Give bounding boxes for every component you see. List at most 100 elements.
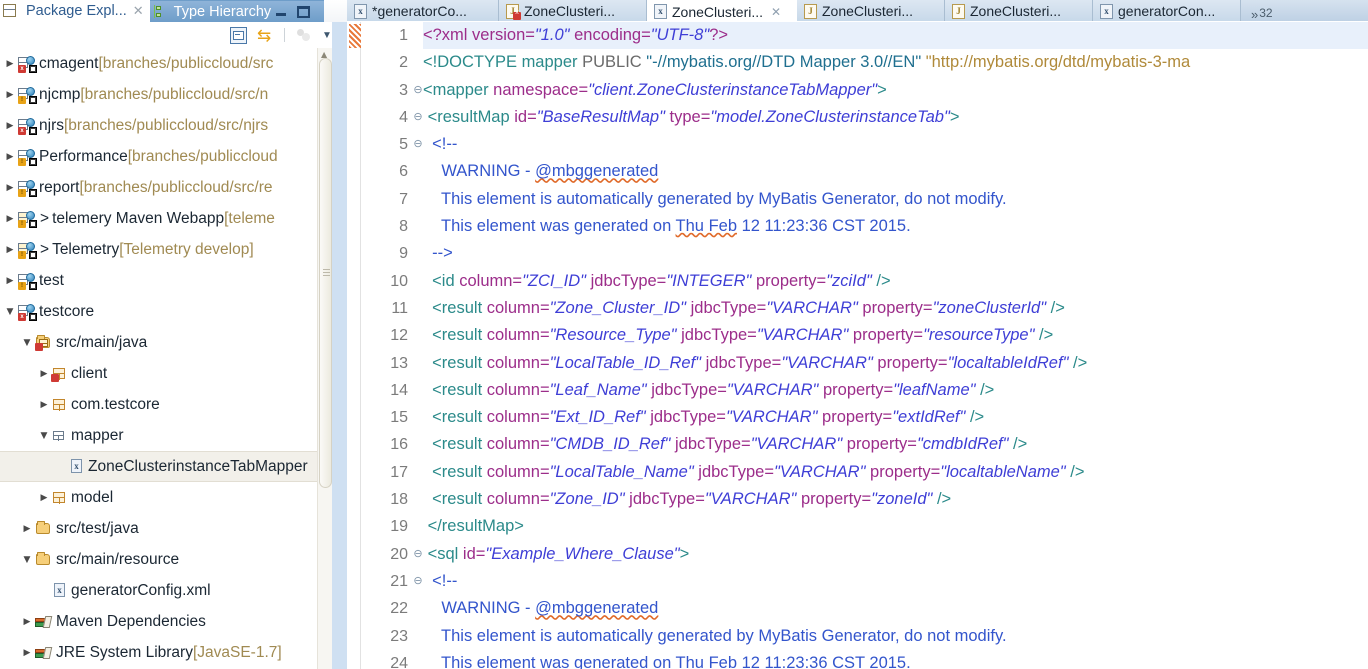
maximize-view-icon[interactable] xyxy=(297,5,311,18)
tree-item[interactable]: ▼ src/main/java xyxy=(0,327,332,358)
xml-file-icon: x xyxy=(354,3,367,19)
overview-marker-bar[interactable] xyxy=(347,22,361,669)
tree-item[interactable]: ▶! Performance [branches/publiccloud xyxy=(0,141,332,172)
chevron-right-icon[interactable]: ▶ xyxy=(2,90,18,100)
close-icon[interactable]: ✕ xyxy=(133,4,144,19)
code-line[interactable]: </resultMap> xyxy=(423,513,1368,540)
minimize-view-icon[interactable] xyxy=(275,6,288,18)
code-line[interactable]: <result column="Leaf_Name" jdbcType="VAR… xyxy=(423,377,1368,404)
chevron-right-icon[interactable]: ▶ xyxy=(2,214,18,224)
chevron-right-icon[interactable]: ▶ xyxy=(36,493,52,503)
code-line[interactable]: <result column="LocalTable_Name" jdbcTyp… xyxy=(423,459,1368,486)
editor-tab[interactable]: JZoneClusteri... xyxy=(499,0,647,22)
editor-tab[interactable]: JZoneClusteri... xyxy=(945,0,1093,22)
editor-tab[interactable]: x *generatorCo... xyxy=(347,0,499,22)
code-line[interactable]: <result column="LocalTable_ID_Ref" jdbcT… xyxy=(423,350,1368,377)
code-line[interactable]: <!-- xyxy=(423,131,1368,158)
panel-divider[interactable] xyxy=(332,22,347,669)
code-line[interactable]: <!DOCTYPE mapper PUBLIC "-//mybatis.org/… xyxy=(423,49,1368,76)
code-line[interactable]: <result column="Resource_Type" jdbcType=… xyxy=(423,322,1368,349)
tree-item[interactable]: ▶! > telemery Maven Webapp [teleme xyxy=(0,203,332,234)
tree-item[interactable]: ▶ x cmagent [branches/publiccloud/src xyxy=(0,48,332,79)
tree-item-label: report xyxy=(39,178,80,196)
tree-item[interactable]: ▶ com.testcore xyxy=(0,389,332,420)
editor-tab-active[interactable]: x ZoneClusteri... ✕ xyxy=(647,0,797,22)
tree-item-label: njcmp xyxy=(39,85,81,103)
code-line[interactable]: <id column="ZCI_ID" jdbcType="INTEGER" p… xyxy=(423,268,1368,295)
code-token: This element is automatically generated … xyxy=(423,626,1007,645)
tree-item[interactable]: ▶ JRE System Library [JavaSE-1.7] xyxy=(0,637,332,668)
tree-item[interactable]: ▶ Maven Dependencies xyxy=(0,606,332,637)
view-tab-type-hierarchy[interactable]: Type Hierarchy xyxy=(149,0,325,22)
tree-item[interactable]: ▼ mapper xyxy=(0,420,332,451)
link-with-editor-icon[interactable]: ⇆ xyxy=(257,27,274,44)
code-token: /> xyxy=(975,380,995,399)
tree-item[interactable]: ▶! > Telemetry [Telemetry develop] xyxy=(0,234,332,265)
chevron-right-icon[interactable]: ▶ xyxy=(2,59,18,69)
chevron-right-icon[interactable]: ▶ xyxy=(19,617,35,627)
code-line[interactable]: --> xyxy=(423,240,1368,267)
code-line[interactable]: <result column="CMDB_ID_Ref" jdbcType="V… xyxy=(423,431,1368,458)
tree-item[interactable]: ▶! report [branches/publiccloud/src/re xyxy=(0,172,332,203)
code-token: "leafName" xyxy=(893,380,976,399)
code-line[interactable]: <?xml version="1.0" encoding="UTF-8"?> xyxy=(423,22,1368,50)
chevron-down-icon[interactable]: ▼ xyxy=(36,431,52,441)
chevron-right-icon[interactable]: ▶ xyxy=(2,121,18,131)
tree-item[interactable]: ▶ x njrs [branches/publiccloud/src/njrs xyxy=(0,110,332,141)
java-file-error-icon: J xyxy=(506,3,521,20)
tree-item[interactable]: ▼ src/main/resource xyxy=(0,544,332,575)
editor-tab[interactable]: JZoneClusteri... xyxy=(797,0,945,22)
close-icon[interactable]: ✕ xyxy=(771,5,781,19)
more-tabs-indicator[interactable]: » 32 xyxy=(1241,6,1279,22)
code-line[interactable]: This element was generated on Thu Feb 12… xyxy=(423,213,1368,240)
chevron-right-icon[interactable]: ▶ xyxy=(19,524,35,534)
focus-on-active-task-icon[interactable] xyxy=(295,27,312,44)
tree-item[interactable]: ▶ src/test/java xyxy=(0,513,332,544)
code-line[interactable]: This element was generated on Thu Feb 12… xyxy=(423,650,1368,669)
code-line[interactable]: WARNING - @mbggenerated xyxy=(423,158,1368,185)
collapse-all-icon[interactable] xyxy=(230,26,247,44)
code-line[interactable]: <result column="Zone_ID" jdbcType="VARCH… xyxy=(423,486,1368,513)
tree-item-path: [teleme xyxy=(224,209,275,227)
code-token: This element was generated on xyxy=(423,653,676,669)
code-token: <result xyxy=(423,298,487,317)
code-line[interactable]: <mapper namespace="client.ZoneClusterins… xyxy=(423,77,1368,104)
project-tree[interactable]: ▶ x cmagent [branches/publiccloud/src ▶! njc… xyxy=(0,48,332,669)
chevron-right-icon[interactable]: ▶ xyxy=(36,400,52,410)
code-line[interactable]: <result column="Zone_Cluster_ID" jdbcTyp… xyxy=(423,295,1368,322)
chevron-down-icon[interactable]: ▼ xyxy=(19,555,35,565)
code-token: property= xyxy=(755,271,827,290)
code-line[interactable]: <!-- xyxy=(423,568,1368,595)
tree-vertical-scrollbar[interactable]: ▲ xyxy=(317,48,332,669)
code-line[interactable]: This element is automatically generated … xyxy=(423,623,1368,650)
tree-item[interactable]: ▶ client xyxy=(0,358,332,389)
chevron-down-icon[interactable]: ▼ xyxy=(19,338,35,348)
chevron-right-icon[interactable]: ▶ xyxy=(2,276,18,286)
code-line[interactable]: <resultMap id="BaseResultMap" type="mode… xyxy=(423,104,1368,131)
chevron-right-icon[interactable]: ▶ xyxy=(19,648,35,658)
chevron-right-icon[interactable]: ▶ xyxy=(2,183,18,193)
tree-item[interactable]: ▶ model xyxy=(0,482,332,513)
view-tab-package-explorer[interactable]: Package Expl... ✕ xyxy=(0,0,150,22)
editor-tab[interactable]: x generatorCon... xyxy=(1093,0,1241,22)
code-line[interactable]: <sql id="Example_Where_Clause"> xyxy=(423,541,1368,568)
editor-code-area[interactable]: 1 2 3 4 5 6 7 8 9 10 11 12 13 14 15 16 17 18 19 20 21 22 23 24 … xyxy=(347,22,1368,669)
tree-item[interactable]: ▼ x testcore xyxy=(0,296,332,327)
scrollbar-thumb[interactable] xyxy=(319,58,332,488)
code-token: "client.ZoneClusterinstanceTabMapper" xyxy=(588,80,878,99)
code-line[interactable]: <result column="Ext_ID_Ref" jdbcType="VA… xyxy=(423,404,1368,431)
code-line[interactable]: This element is automatically generated … xyxy=(423,186,1368,213)
tree-item-selected[interactable]: x ZoneClusterinstanceTabMapper xyxy=(0,451,332,482)
code-text[interactable]: <?xml version="1.0" encoding="UTF-8"?> <!… xyxy=(423,22,1368,669)
chevron-right-icon[interactable]: ▶ xyxy=(2,152,18,162)
tree-item-path: [branches/publiccloud/src/re xyxy=(79,178,273,196)
code-token: "Example_Where_Clause" xyxy=(485,544,680,563)
tree-item[interactable]: x generatorConfig.xml xyxy=(0,575,332,606)
chevron-down-icon[interactable]: ▼ xyxy=(2,307,18,317)
chevron-right-icon[interactable]: ▶ xyxy=(36,369,52,379)
chevron-right-icon[interactable]: ▶ xyxy=(2,245,18,255)
tree-item[interactable]: ▶! test xyxy=(0,265,332,296)
code-line[interactable]: WARNING - @mbggenerated xyxy=(423,595,1368,622)
tree-item[interactable]: ▶! njcmp [branches/publiccloud/src/n xyxy=(0,79,332,110)
code-token: ?> xyxy=(709,26,729,44)
